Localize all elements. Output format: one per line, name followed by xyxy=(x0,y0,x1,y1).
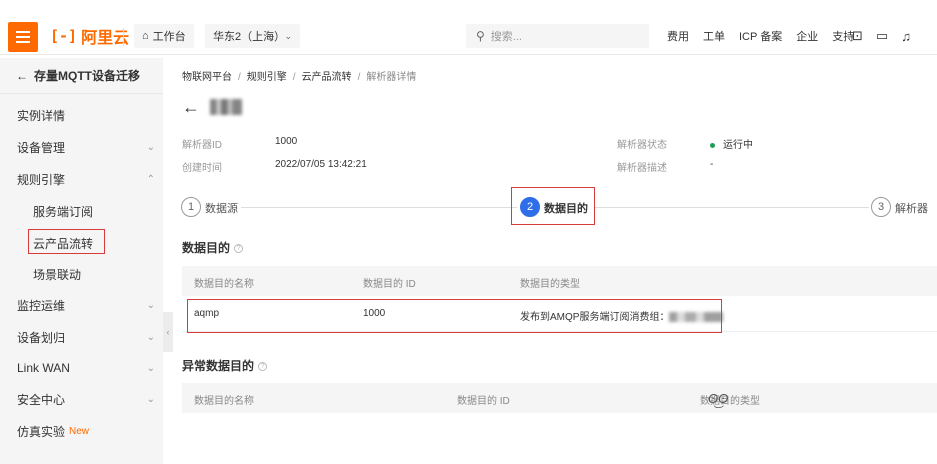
sidebar-item-label: 场景联动 xyxy=(33,267,82,282)
highlight-box-row xyxy=(187,299,722,333)
sidebar-item-simulation[interactable]: 仿真实验 New xyxy=(0,416,163,446)
chevron-down-icon: ⌄ xyxy=(146,299,155,311)
top-navigation-bar: [-] 阿里云 ⌂ 工作台 华东2（上海） ⌄ ⚲ 搜索... 费用 工单 IC… xyxy=(0,0,937,55)
help-icon[interactable]: ? xyxy=(234,244,244,254)
workbench-button[interactable]: ⌂ 工作台 xyxy=(134,24,194,48)
section-title-text: 异常数据目的 xyxy=(182,359,255,373)
new-badge: New xyxy=(69,425,90,437)
sidebar-item-label: 规则引擎 xyxy=(17,172,66,187)
logo-mark: [-] xyxy=(50,27,78,45)
sidebar-item-device-allocation[interactable]: 设备划归 ⌄ xyxy=(0,322,163,352)
error-destination-table-header: 数据目的名称 数据目的 ID 数据目的类型 xyxy=(182,383,937,413)
parser-desc-label: 解析器描述 xyxy=(617,163,667,174)
sidebar: ← 存量MQTT设备迁移 实例详情 设备管理 ⌄ 规则引擎 ⌃ 服务端订阅 云产品流… xyxy=(0,58,163,464)
workbench-label: 工作台 xyxy=(152,31,186,43)
chevron-down-icon: ⌄ xyxy=(146,362,155,374)
sidebar-item-label: 监控运维 xyxy=(17,298,66,313)
col-type: 数据目的类型 xyxy=(520,279,580,290)
nav-enterprise[interactable]: 企业 xyxy=(796,28,818,44)
section-title-text: 数据目的 xyxy=(182,241,231,255)
divider xyxy=(123,28,124,46)
sidebar-item-label: Link WAN xyxy=(17,361,70,375)
sidebar-title: 存量MQTT设备迁移 xyxy=(34,69,140,83)
step-3-label[interactable]: 解析器 xyxy=(895,200,928,216)
aliyun-logo[interactable]: [-] 阿里云 xyxy=(50,26,130,47)
sidebar-item-label: 仿真实验 xyxy=(17,424,66,439)
parser-desc-value: - xyxy=(710,159,714,170)
parser-status-label: 解析器状态 xyxy=(617,140,667,151)
page-title: ← xyxy=(182,97,242,117)
sidebar-item-monitoring[interactable]: 监控运维 ⌄ xyxy=(0,290,163,320)
sidebar-item-link-wan[interactable]: Link WAN ⌄ xyxy=(0,353,163,383)
step-connector xyxy=(241,207,517,208)
sidebar-item-label: 服务端订阅 xyxy=(33,204,94,219)
step-1-label[interactable]: 数据源 xyxy=(205,200,238,216)
search-icon: ⚲ xyxy=(476,29,485,43)
destination-table-header: 数据目的名称 数据目的 ID 数据目的类型 xyxy=(182,266,937,296)
chevron-down-icon: ⌄ xyxy=(284,30,292,41)
step-3-circle[interactable]: 3 xyxy=(871,197,891,217)
bell-icon[interactable]: ♫ xyxy=(901,29,911,44)
top-icons: ⊡ ▭ ♫ xyxy=(852,24,924,48)
destination-section-title: 数据目的? xyxy=(182,239,244,256)
status-text: 运行中 xyxy=(723,140,753,151)
breadcrumb-parser-detail: 解析器详情 xyxy=(366,72,417,83)
top-nav-links: 费用 工单 ICP 备案 企业 支持 xyxy=(667,24,868,48)
step-1-circle[interactable]: 1 xyxy=(181,197,201,217)
parser-id-value: 1000 xyxy=(275,136,298,147)
created-time-label: 创建时间 xyxy=(182,163,222,174)
error-destination-section-title: 异常数据目的? xyxy=(182,357,268,374)
region-label: 华东2（上海） xyxy=(213,31,286,43)
hamburger-menu-button[interactable] xyxy=(8,22,38,52)
logo-text: 阿里云 xyxy=(81,30,130,47)
nav-icp[interactable]: ICP 备案 xyxy=(739,28,782,44)
breadcrumb-iot-platform[interactable]: 物联网平台 xyxy=(182,72,232,83)
arrow-left-icon: ← xyxy=(16,68,28,83)
breadcrumb: 物联网平台 / 规则引擎 / 云产品流转 / 解析器详情 xyxy=(182,72,417,83)
col-name: 数据目的名称 xyxy=(194,396,254,407)
created-time-value: 2022/07/05 13:42:21 xyxy=(275,159,367,170)
chevron-up-icon: ⌃ xyxy=(146,173,155,185)
sidebar-item-label: 安全中心 xyxy=(17,392,66,407)
col-name: 数据目的名称 xyxy=(194,279,254,290)
highlight-box-sidebar xyxy=(28,229,105,254)
sidebar-item-instance-detail[interactable]: 实例详情 xyxy=(0,100,163,130)
sidebar-item-security-center[interactable]: 安全中心 ⌄ xyxy=(0,384,163,414)
nav-support[interactable]: 支持 xyxy=(832,28,854,44)
search-placeholder: 搜索... xyxy=(490,31,522,43)
home-icon: ⌂ xyxy=(142,30,149,42)
message-icon[interactable]: ▭ xyxy=(876,28,888,44)
sidebar-item-server-subscription[interactable]: 服务端订阅 xyxy=(0,196,163,226)
chevron-down-icon: ⌄ xyxy=(146,331,155,343)
breadcrumb-data-forwarding[interactable]: 云产品流转 xyxy=(302,72,352,83)
col-id: 数据目的 ID xyxy=(363,279,416,290)
sidebar-item-label: 实例详情 xyxy=(17,108,66,123)
main-content: 物联网平台 / 规则引擎 / 云产品流转 / 解析器详情 ← 解析器ID 1000 创建时间… xyxy=(163,55,937,464)
sidebar-item-device-management[interactable]: 设备管理 ⌄ xyxy=(0,132,163,162)
highlight-box-step xyxy=(511,187,595,225)
search-input[interactable]: ⚲ 搜索... xyxy=(466,24,649,48)
chevron-down-icon: ⌄ xyxy=(146,141,155,153)
parser-id-label: 解析器ID xyxy=(182,140,222,151)
chevron-down-icon: ⌄ xyxy=(146,393,155,405)
help-icon[interactable]: ? xyxy=(258,362,268,372)
col-id: 数据目的 ID xyxy=(457,396,510,407)
breadcrumb-rule-engine[interactable]: 规则引擎 xyxy=(247,72,287,83)
watermark-icon: ʘ͜ʘ xyxy=(708,391,729,406)
status-dot xyxy=(710,142,715,148)
nav-fees[interactable]: 费用 xyxy=(667,28,689,44)
back-arrow-icon[interactable]: ← xyxy=(182,97,200,118)
step-connector xyxy=(595,207,869,208)
nav-tickets[interactable]: 工单 xyxy=(703,28,725,44)
parser-status-value: 运行中 xyxy=(710,136,753,151)
cloud-shell-icon[interactable]: ⊡ xyxy=(852,28,863,44)
sidebar-back-header[interactable]: ← 存量MQTT设备迁移 xyxy=(0,58,163,94)
redacted-title xyxy=(210,99,242,115)
region-selector[interactable]: 华东2（上海） ⌄ xyxy=(205,24,300,48)
sidebar-item-rule-engine[interactable]: 规则引擎 ⌃ xyxy=(0,164,163,194)
sidebar-item-scene-orchestration[interactable]: 场景联动 xyxy=(0,259,163,289)
sidebar-item-label: 设备管理 xyxy=(17,140,66,155)
sidebar-item-label: 设备划归 xyxy=(17,330,66,345)
